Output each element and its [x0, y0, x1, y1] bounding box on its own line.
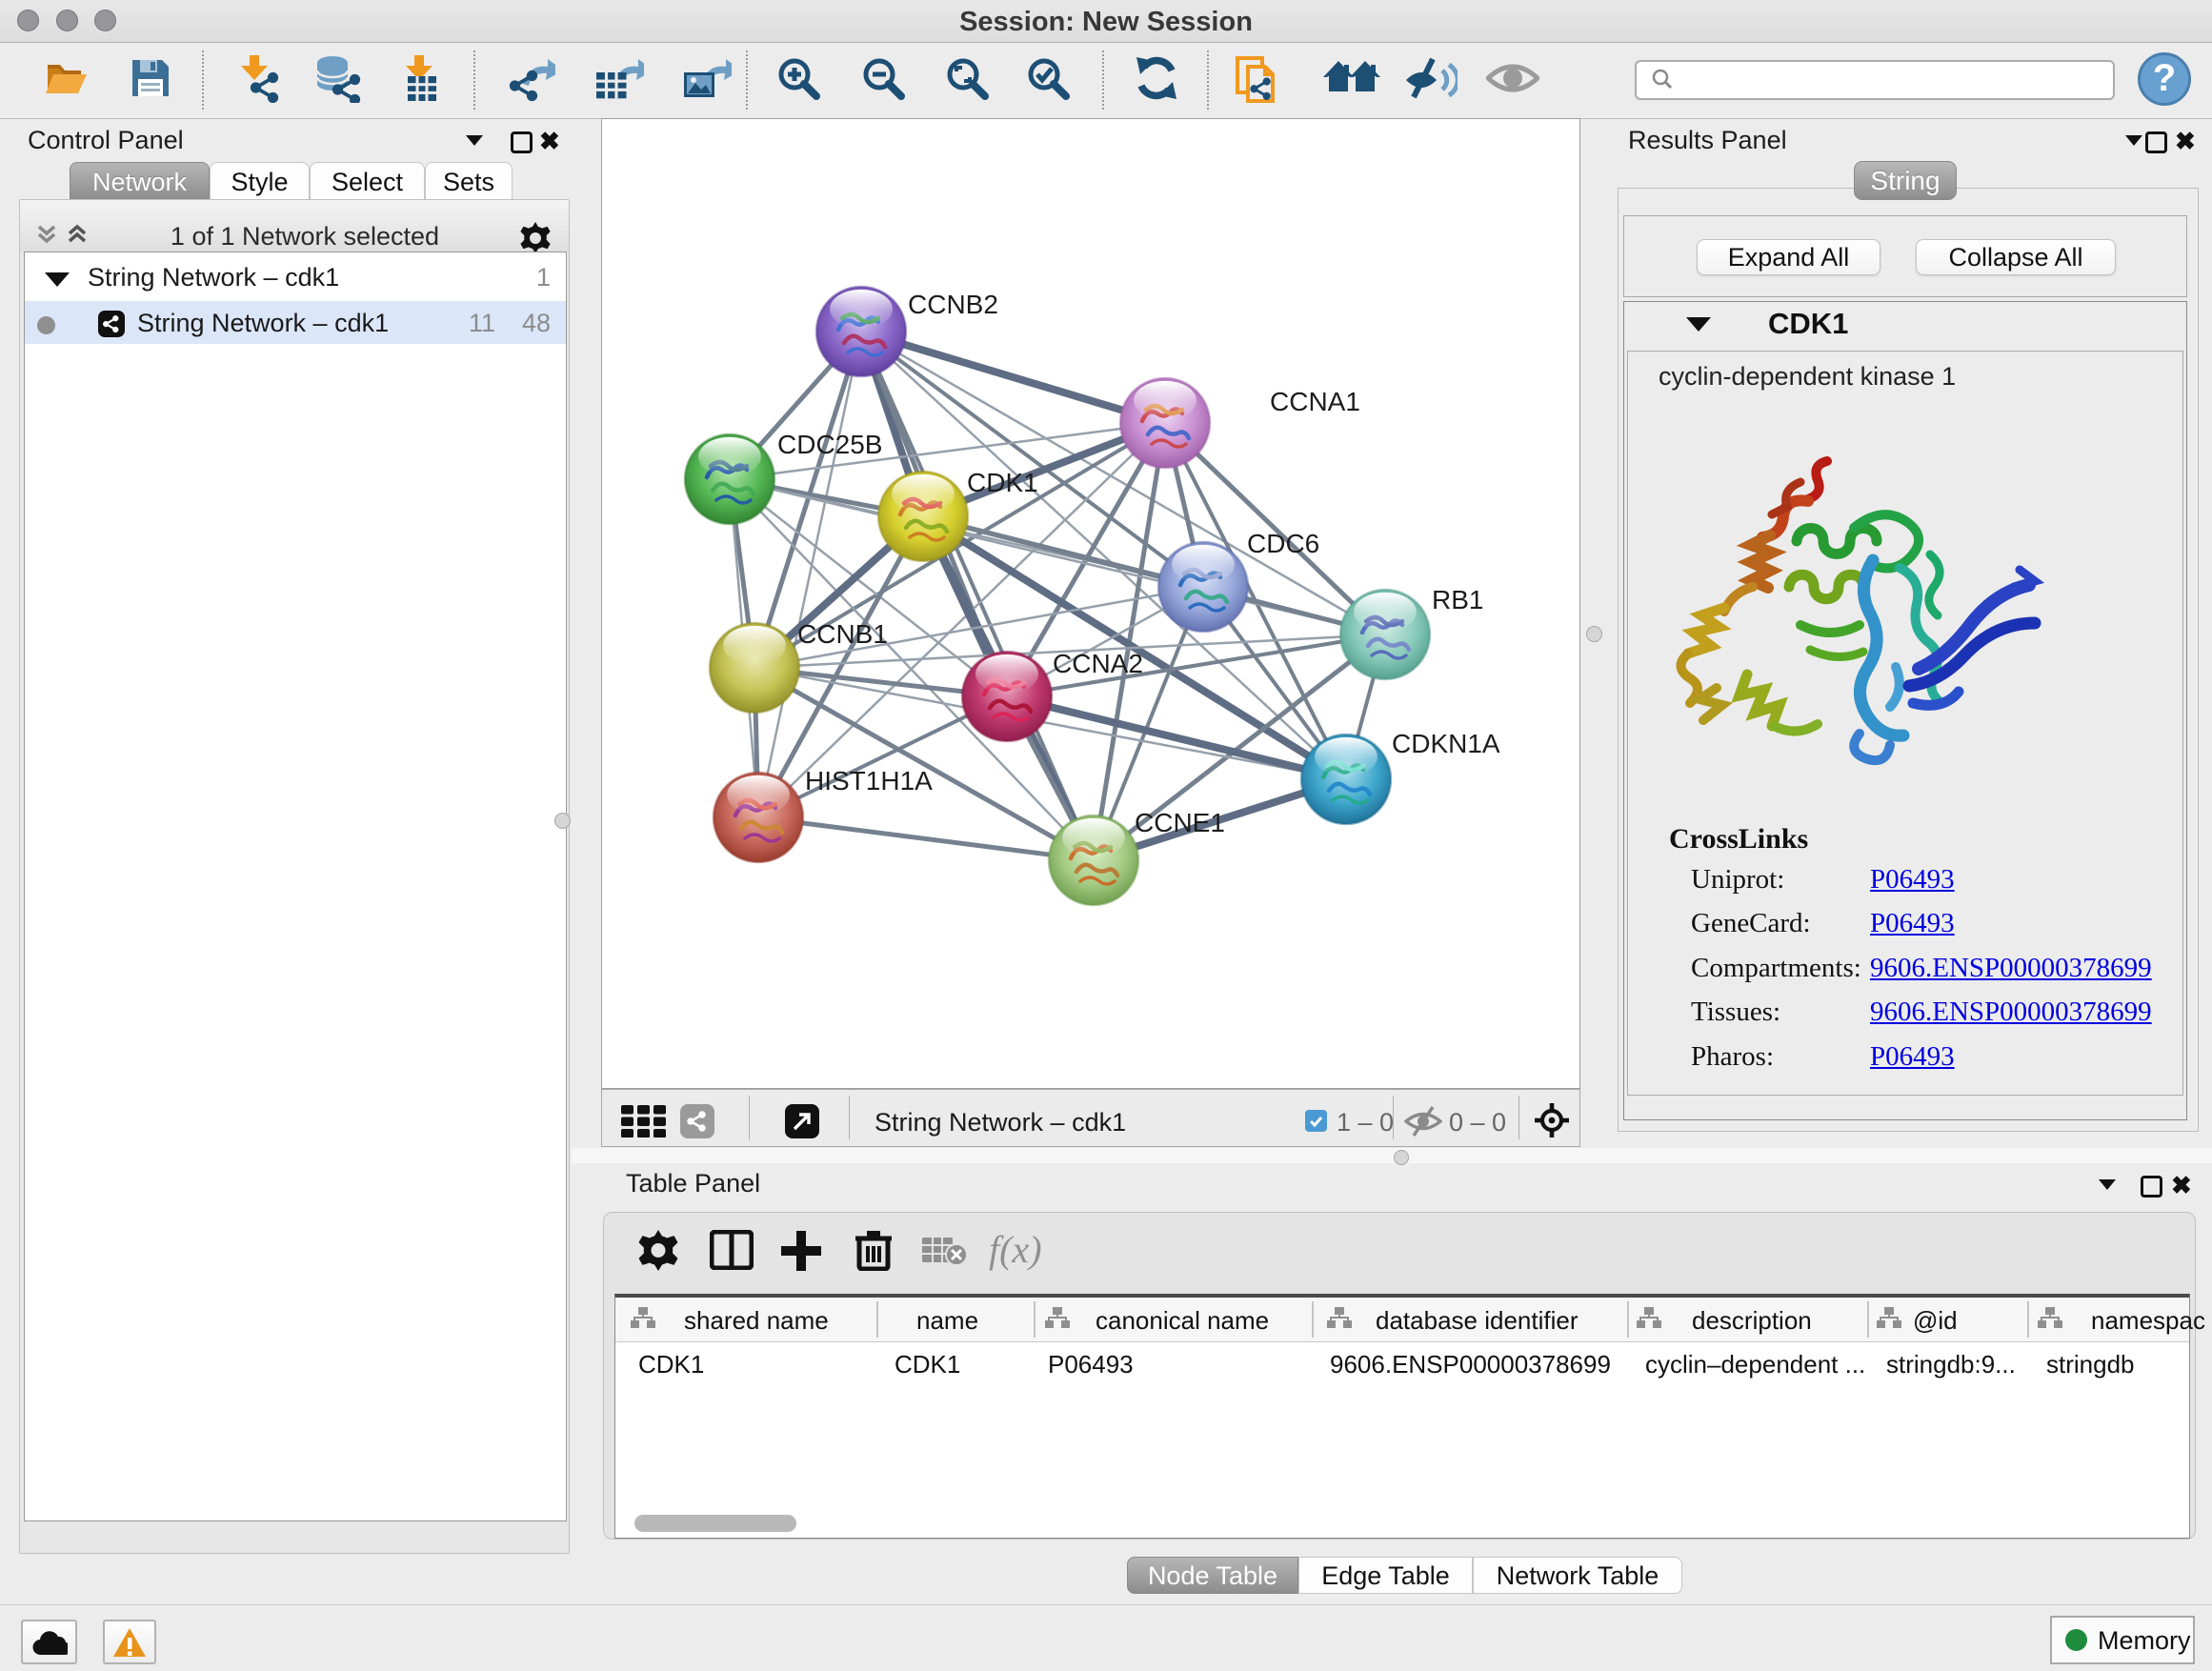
svg-text:CCNA1: CCNA1	[1270, 387, 1360, 416]
svg-text:CDC6: CDC6	[1247, 529, 1319, 558]
svg-text:CCNE1: CCNE1	[1135, 808, 1225, 837]
svg-text:CCNB2: CCNB2	[908, 290, 998, 319]
svg-text:CCNA2: CCNA2	[1053, 649, 1143, 678]
svg-text:CDC25B: CDC25B	[777, 430, 882, 459]
svg-text:HIST1H1A: HIST1H1A	[805, 766, 933, 795]
svg-text:CCNB1: CCNB1	[797, 619, 888, 649]
svg-text:CDK1: CDK1	[967, 468, 1038, 497]
svg-text:RB1: RB1	[1432, 585, 1483, 614]
svg-text:CDKN1A: CDKN1A	[1392, 729, 1500, 758]
